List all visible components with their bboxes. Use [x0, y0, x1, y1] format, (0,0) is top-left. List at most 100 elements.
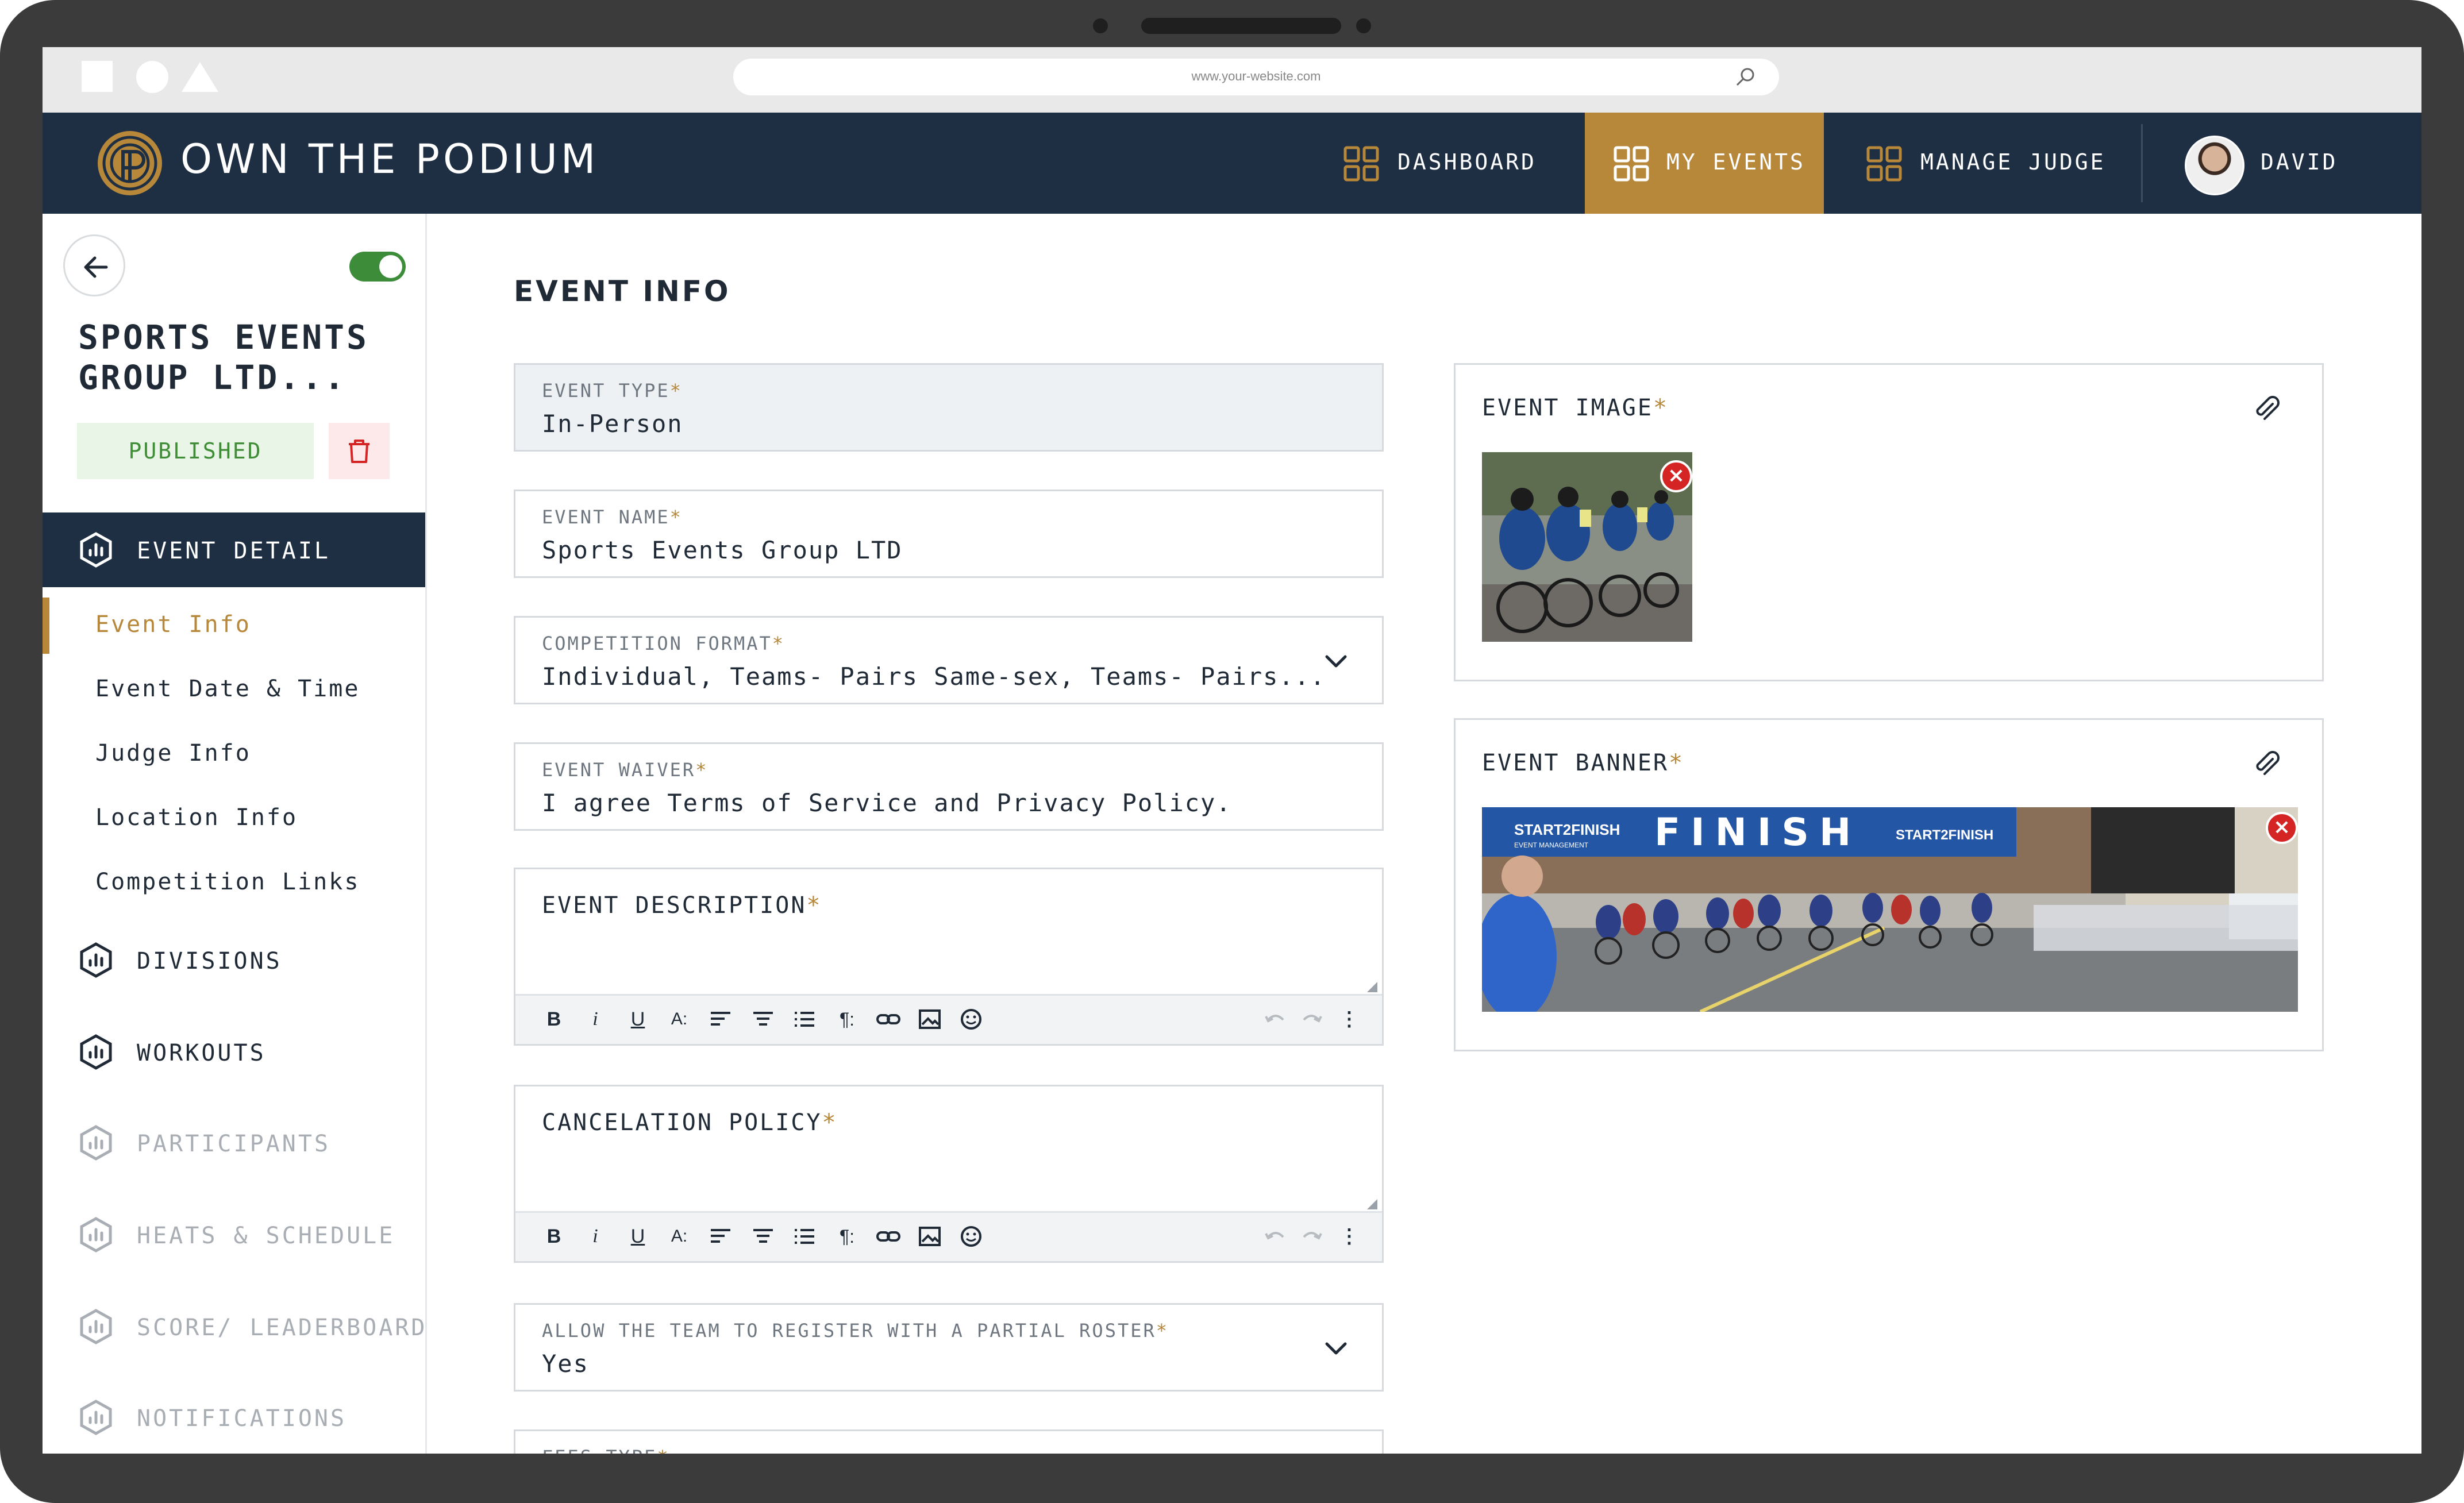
subnav-event-date-time[interactable]: Event Date & Time	[95, 676, 360, 702]
editor-label: EVENT DESCRIPTION*	[542, 892, 822, 919]
podium-logo-icon[interactable]	[95, 129, 164, 198]
field-label: EVENT NAME*	[542, 506, 683, 528]
section-workouts[interactable]: WORKOUTS	[43, 1024, 425, 1081]
grid-icon	[1343, 146, 1379, 182]
publish-toggle[interactable]	[349, 252, 406, 282]
brand-name[interactable]: OWN THE PODIUM	[180, 136, 599, 183]
list-icon[interactable]	[791, 1006, 818, 1032]
field-value: I agree Terms of Service and Privacy Pol…	[542, 789, 1232, 817]
remove-banner-button[interactable]: ×	[2266, 812, 2298, 844]
address-bar[interactable]: www.your-website.com	[733, 59, 1779, 95]
redo-icon[interactable]	[1298, 1006, 1325, 1032]
emoji-icon[interactable]	[958, 1006, 984, 1032]
section-heats-schedule-label: HEATS & SCHEDULE	[137, 1223, 395, 1249]
nav-divider	[2141, 124, 2143, 202]
chevron-down-icon[interactable]	[1322, 648, 1350, 675]
chart-hexagon-icon	[80, 532, 112, 568]
paragraph-button[interactable]: ¶:	[834, 1006, 860, 1032]
competition-format-select[interactable]: COMPETITION FORMAT* Individual, Teams- P…	[514, 616, 1384, 704]
align-left-icon[interactable]	[707, 1006, 734, 1032]
card-label: EVENT BANNER*	[1482, 750, 1685, 776]
delete-button[interactable]	[329, 423, 390, 479]
section-score-leaderboard[interactable]: SCORE/ LEADERBOARD	[43, 1298, 425, 1356]
banner-sponsor-subtext: EVENT MANAGEMENT	[1514, 841, 1589, 849]
field-label: EVENT TYPE*	[542, 380, 683, 402]
section-event-detail[interactable]: EVENT DETAIL	[43, 512, 425, 587]
section-participants[interactable]: PARTICIPANTS	[43, 1115, 425, 1172]
align-center-icon[interactable]	[750, 1006, 776, 1032]
search-icon[interactable]	[1735, 67, 1756, 87]
nav-my-events[interactable]: MY EVENTS	[1585, 113, 1824, 214]
bold-button[interactable]: B	[541, 1006, 567, 1032]
undo-icon[interactable]	[1262, 1006, 1289, 1032]
redo-icon[interactable]	[1298, 1223, 1325, 1250]
event-name-field[interactable]: EVENT NAME* Sports Events Group LTD	[514, 490, 1384, 578]
chart-hexagon-icon	[80, 1125, 112, 1161]
back-button[interactable]	[63, 234, 125, 296]
list-icon[interactable]	[791, 1223, 818, 1250]
section-notifications[interactable]: NOTIFICATIONS	[43, 1389, 425, 1447]
nav-my-events-label: MY EVENTS	[1666, 149, 1805, 175]
font-size-button[interactable]: A:	[666, 1223, 692, 1250]
event-description-editor[interactable]: EVENT DESCRIPTION* B i U A: ¶: ⋮	[514, 868, 1384, 1046]
editor-label: CANCELATION POLICY*	[542, 1109, 838, 1136]
fees-type-field[interactable]: FEES TYPE*	[514, 1429, 1384, 1454]
image-icon[interactable]	[917, 1006, 943, 1032]
nav-dashboard[interactable]: DASHBOARD	[1301, 113, 1634, 214]
underline-button[interactable]: U	[625, 1006, 651, 1032]
resize-handle[interactable]	[1367, 982, 1377, 992]
more-options-button[interactable]: ⋮	[1336, 1006, 1362, 1032]
cancelation-policy-editor[interactable]: CANCELATION POLICY* B i U A: ¶: ⋮	[514, 1085, 1384, 1263]
chart-hexagon-icon	[80, 1217, 112, 1252]
grid-icon	[1614, 146, 1649, 182]
user-menu[interactable]: DAVID	[2261, 113, 2376, 214]
image-icon[interactable]	[917, 1223, 943, 1250]
subnav-event-info[interactable]: Event Info	[95, 611, 251, 638]
paperclip-icon[interactable]	[2251, 749, 2282, 780]
nav-manage-judge[interactable]: MANAGE JUDGE	[1824, 113, 2134, 214]
field-label: FEES TYPE*	[542, 1446, 670, 1454]
align-left-icon[interactable]	[707, 1223, 734, 1250]
emoji-icon[interactable]	[958, 1223, 984, 1250]
event-type-field[interactable]: EVENT TYPE* In-Person	[514, 363, 1384, 452]
field-value: Individual, Teams- Pairs Same-sex, Teams…	[542, 662, 1326, 691]
bold-button[interactable]: B	[541, 1223, 567, 1250]
subnav-competition-links[interactable]: Competition Links	[95, 869, 360, 895]
resize-handle[interactable]	[1367, 1199, 1377, 1209]
font-size-button[interactable]: A:	[666, 1006, 692, 1032]
subnav-location-info[interactable]: Location Info	[95, 804, 298, 831]
align-center-icon[interactable]	[750, 1223, 776, 1250]
device-frame: www.your-website.com OWN THE PODIUM DASH…	[0, 0, 2464, 1503]
section-participants-label: PARTICIPANTS	[137, 1131, 330, 1157]
paperclip-icon[interactable]	[2251, 394, 2282, 425]
field-value: Sports Events Group LTD	[542, 536, 903, 564]
field-label: COMPETITION FORMAT*	[542, 633, 786, 654]
event-image-card: EVENT IMAGE* ×	[1454, 363, 2324, 681]
more-options-button[interactable]: ⋮	[1336, 1223, 1362, 1250]
italic-button[interactable]: i	[582, 1223, 609, 1250]
event-waiver-field[interactable]: EVENT WAIVER* I agree Terms of Service a…	[514, 742, 1384, 831]
section-heats-schedule[interactable]: HEATS & SCHEDULE	[43, 1207, 425, 1264]
app-header: OWN THE PODIUM DASHBOARD MY EVENTS MANAG…	[43, 113, 2421, 214]
italic-button[interactable]: i	[582, 1006, 609, 1032]
chart-hexagon-icon	[80, 1034, 112, 1070]
section-event-detail-label: EVENT DETAIL	[137, 538, 330, 564]
paragraph-button[interactable]: ¶:	[834, 1223, 860, 1250]
partial-roster-select[interactable]: ALLOW THE TEAM TO REGISTER WITH A PARTIA…	[514, 1303, 1384, 1392]
undo-icon[interactable]	[1262, 1223, 1289, 1250]
chart-hexagon-icon	[80, 1400, 112, 1435]
nav-dashboard-label: DASHBOARD	[1397, 149, 1537, 175]
underline-button[interactable]: U	[625, 1223, 651, 1250]
section-divisions[interactable]: DIVISIONS	[43, 932, 425, 989]
subnav-judge-info[interactable]: Judge Info	[95, 740, 251, 766]
event-title: SPORTS EVENTS GROUP LTD...	[78, 318, 369, 397]
event-banner-image[interactable]: START2FINISH EVENT MANAGEMENT FINISH STA…	[1482, 807, 2298, 1012]
remove-image-button[interactable]: ×	[1660, 460, 1692, 492]
toggle-knob	[379, 255, 402, 278]
link-icon[interactable]	[875, 1006, 902, 1032]
link-icon[interactable]	[875, 1223, 902, 1250]
field-label: ALLOW THE TEAM TO REGISTER WITH A PARTIA…	[542, 1320, 1169, 1342]
avatar[interactable]	[2185, 136, 2244, 195]
chevron-down-icon[interactable]	[1322, 1335, 1350, 1362]
section-score-leaderboard-label: SCORE/ LEADERBOARD	[137, 1315, 428, 1341]
